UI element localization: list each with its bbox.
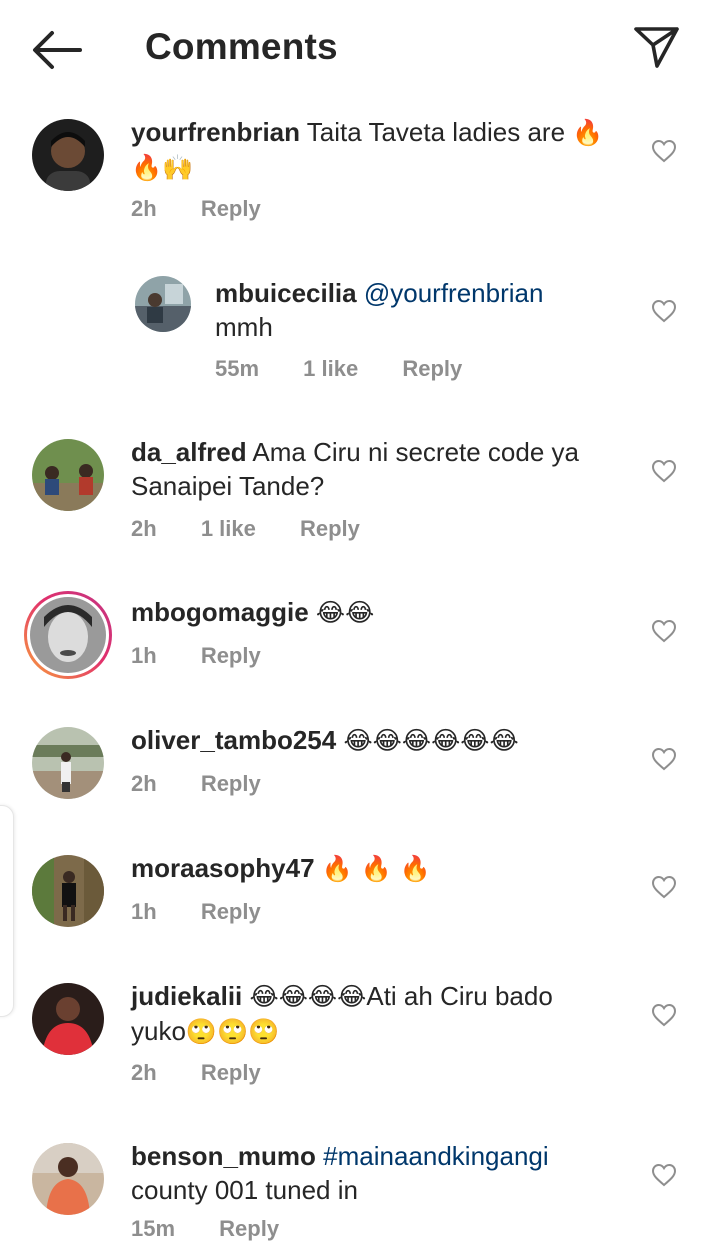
comment-text: Ama Ciru ni secrete code ya bbox=[252, 437, 579, 467]
comment-time: 15m bbox=[131, 1216, 176, 1241]
story-ring[interactable] bbox=[24, 591, 112, 679]
comment-username[interactable]: da_alfred bbox=[131, 437, 247, 467]
reply-button[interactable]: Reply bbox=[300, 516, 360, 541]
paper-plane-icon[interactable] bbox=[632, 24, 680, 70]
page-title: Comments bbox=[145, 26, 338, 67]
comment-username[interactable]: moraasophy47 bbox=[131, 853, 315, 883]
emoji-line: 😂😂 bbox=[315, 598, 375, 627]
fire-emoji: 🔥 bbox=[572, 118, 604, 147]
comment-text: mmh bbox=[215, 312, 273, 342]
reply-button[interactable]: Reply bbox=[201, 196, 261, 221]
comment-username[interactable]: benson_mumo bbox=[131, 1141, 316, 1171]
comment-time: 2h bbox=[131, 771, 157, 796]
avatar[interactable] bbox=[32, 983, 104, 1055]
reply-button[interactable]: Reply bbox=[201, 643, 261, 668]
avatar[interactable] bbox=[32, 727, 104, 799]
reply-button[interactable]: Reply bbox=[201, 1060, 261, 1085]
comment-username[interactable]: yourfrenbrian bbox=[131, 117, 300, 147]
emoji-line: 😂😂😂😂 bbox=[249, 982, 367, 1011]
reply-button[interactable]: Reply bbox=[201, 771, 261, 796]
reply-button[interactable]: Reply bbox=[201, 899, 261, 924]
avatar[interactable] bbox=[32, 439, 104, 511]
emoji-line: 😂😂😂😂😂😂 bbox=[343, 726, 519, 755]
heart-outline-icon[interactable] bbox=[651, 875, 677, 899]
top-bar: Comments bbox=[0, 0, 720, 96]
comment-time: 1h bbox=[131, 899, 157, 924]
heart-outline-icon[interactable] bbox=[651, 1003, 677, 1027]
comment-username[interactable]: mbogomaggie bbox=[131, 597, 309, 627]
heart-outline-icon[interactable] bbox=[651, 459, 677, 483]
comment-username[interactable]: judiekalii bbox=[131, 981, 242, 1011]
avatar[interactable] bbox=[32, 119, 104, 191]
avatar bbox=[30, 597, 106, 673]
side-panel-edge bbox=[0, 805, 14, 1017]
avatar[interactable] bbox=[135, 276, 191, 332]
comment-text-line2: yuko bbox=[131, 1016, 186, 1046]
comment-time: 55m bbox=[215, 356, 260, 381]
like-count[interactable]: 1 like bbox=[201, 516, 256, 541]
emoji-line: 🙄🙄🙄 bbox=[185, 1017, 280, 1046]
heart-outline-icon[interactable] bbox=[651, 1163, 677, 1187]
avatar[interactable] bbox=[32, 1143, 104, 1215]
comment-username[interactable]: mbuicecilia bbox=[215, 278, 357, 308]
heart-outline-icon[interactable] bbox=[651, 299, 677, 323]
heart-outline-icon[interactable] bbox=[651, 139, 677, 163]
mention-link[interactable]: @yourfrenbrian bbox=[364, 278, 544, 308]
emoji-line: 🔥 🔥 🔥 bbox=[321, 854, 432, 883]
emoji-line: 🔥🙌 bbox=[131, 153, 194, 182]
comment-username[interactable]: oliver_tambo254 bbox=[131, 725, 336, 755]
heart-outline-icon[interactable] bbox=[651, 747, 677, 771]
comment-time: 2h bbox=[131, 516, 157, 541]
comment-text: Taita Taveta ladies are bbox=[306, 117, 566, 147]
comment-text-line2: Sanaipei Tande? bbox=[131, 471, 325, 501]
avatar[interactable] bbox=[32, 855, 104, 927]
reply-button[interactable]: Reply bbox=[219, 1216, 279, 1241]
comment-time: 2h bbox=[131, 1060, 157, 1085]
comment-text: county 001 tuned in bbox=[131, 1175, 358, 1205]
reply-button[interactable]: Reply bbox=[402, 356, 462, 381]
hashtag-link[interactable]: #mainaandkingangi bbox=[323, 1141, 549, 1171]
comment-time: 2h bbox=[131, 196, 157, 221]
comment-text: Ati ah Ciru bado bbox=[366, 981, 553, 1011]
heart-outline-icon[interactable] bbox=[651, 619, 677, 643]
arrow-left-icon[interactable] bbox=[30, 28, 82, 72]
like-count[interactable]: 1 like bbox=[303, 356, 358, 381]
comment-time: 1h bbox=[131, 643, 157, 668]
